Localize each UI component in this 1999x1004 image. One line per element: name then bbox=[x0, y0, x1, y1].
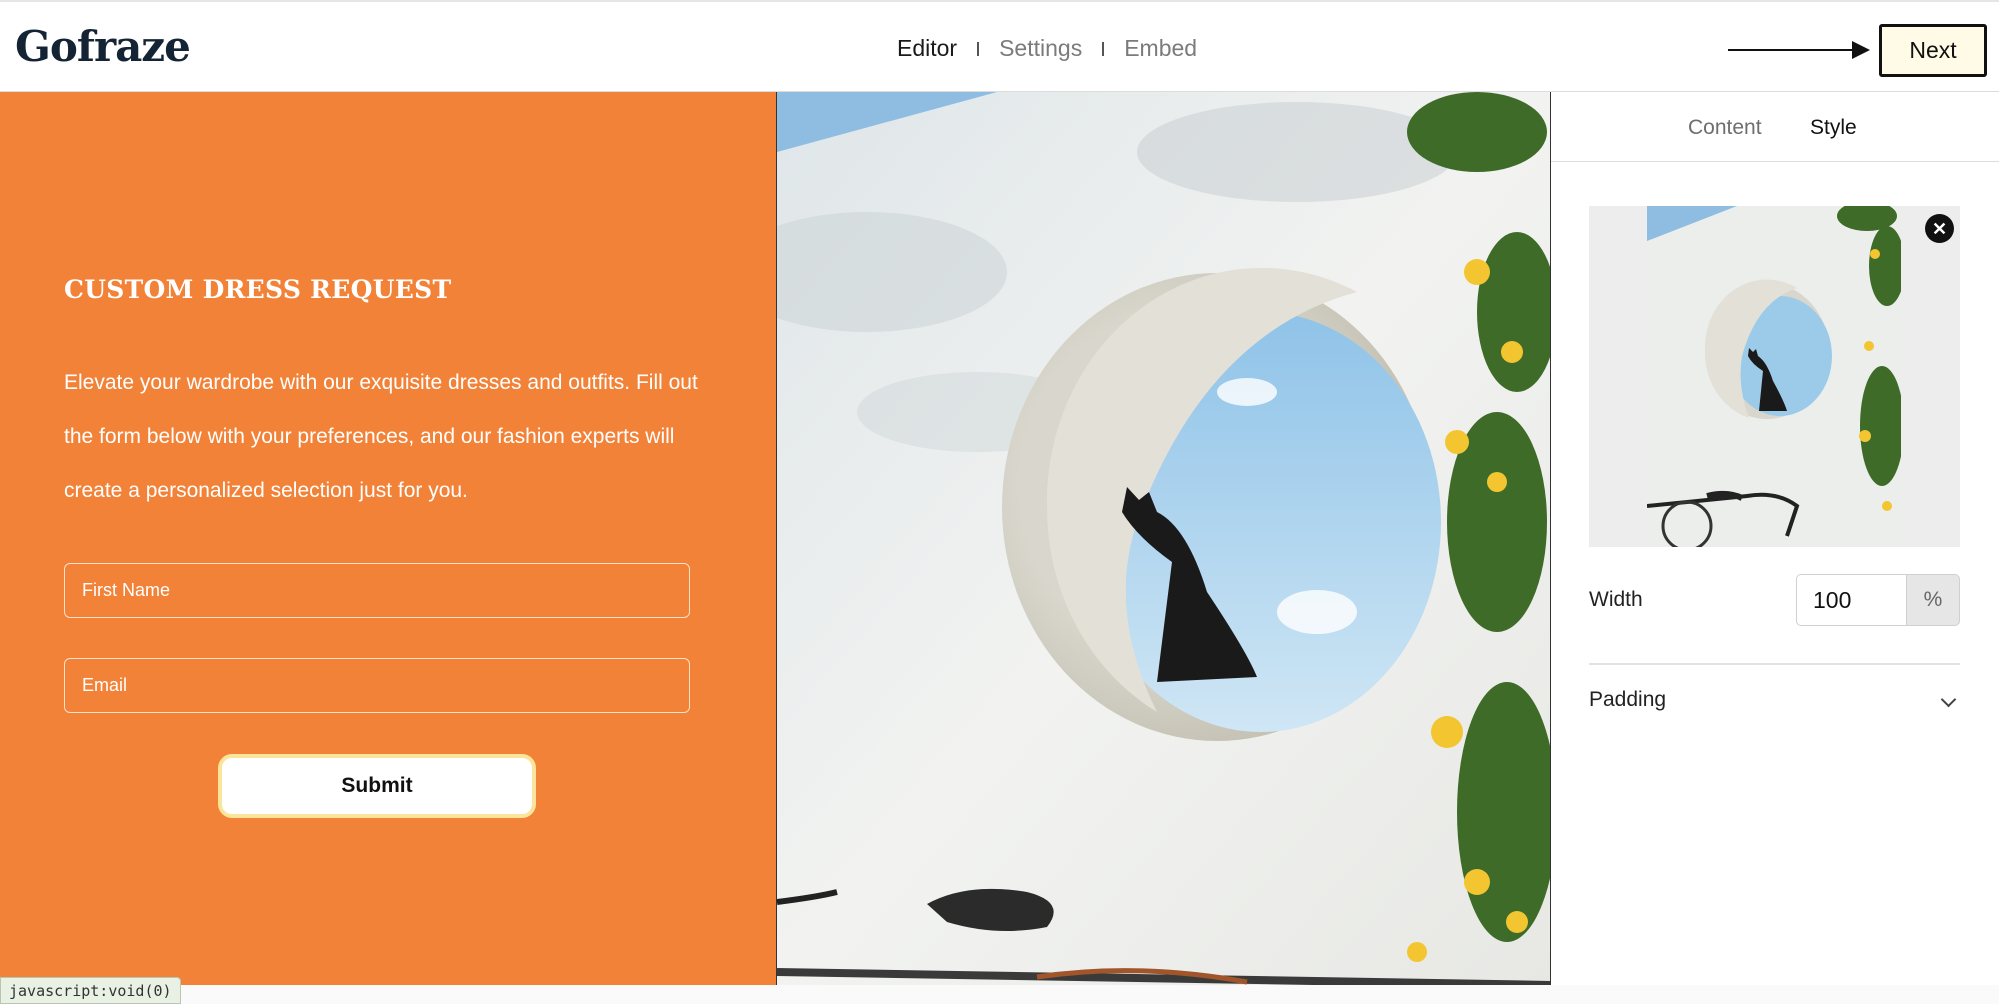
nav-embed[interactable]: Embed bbox=[1124, 35, 1197, 62]
image-preview: ✕ bbox=[1589, 206, 1960, 547]
form-title[interactable]: CUSTOM DRESS REQUEST bbox=[64, 275, 451, 304]
form-preview-panel[interactable]: CUSTOM DRESS REQUEST Elevate your wardro… bbox=[0, 92, 776, 985]
first-name-field[interactable]: First Name bbox=[64, 563, 690, 618]
padding-accordion[interactable]: Padding bbox=[1589, 688, 1960, 722]
close-icon[interactable]: ✕ bbox=[1925, 214, 1954, 243]
form-image[interactable] bbox=[776, 92, 1551, 985]
width-label: Width bbox=[1589, 588, 1643, 611]
cat-wall-photo bbox=[777, 92, 1550, 985]
main-nav: Editor Settings Embed bbox=[897, 35, 1197, 62]
bottom-strip bbox=[0, 985, 1999, 1004]
chevron-down-icon bbox=[1940, 691, 1957, 708]
nav-editor[interactable]: Editor bbox=[897, 35, 957, 62]
style-panel: Content Style ✕ Width 100 % Padding bbox=[1551, 92, 1999, 985]
email-field[interactable]: Email bbox=[64, 658, 690, 713]
nav-separator bbox=[1102, 41, 1105, 56]
app-root: Gofraze Editor Settings Embed Next CUSTO… bbox=[0, 0, 1999, 1004]
padding-label: Padding bbox=[1589, 688, 1667, 711]
top-bar: Gofraze Editor Settings Embed Next bbox=[0, 0, 1999, 92]
arrow-right-icon bbox=[1728, 41, 1870, 59]
tab-style[interactable]: Style bbox=[1810, 116, 1857, 140]
tab-content[interactable]: Content bbox=[1688, 116, 1762, 140]
status-bar: javascript:void(0) bbox=[0, 977, 181, 1004]
nav-separator bbox=[977, 41, 980, 56]
logo: Gofraze bbox=[15, 22, 191, 71]
next-button[interactable]: Next bbox=[1879, 24, 1987, 77]
panel-tabs: Content Style bbox=[1551, 92, 1999, 162]
image-thumbnail bbox=[1647, 206, 1901, 547]
nav-settings[interactable]: Settings bbox=[999, 35, 1082, 62]
divider bbox=[1589, 663, 1960, 665]
width-input[interactable]: 100 bbox=[1796, 574, 1906, 626]
submit-button[interactable]: Submit bbox=[218, 754, 536, 818]
form-description[interactable]: Elevate your wardrobe with our exquisite… bbox=[64, 356, 704, 518]
width-unit: % bbox=[1906, 574, 1960, 626]
